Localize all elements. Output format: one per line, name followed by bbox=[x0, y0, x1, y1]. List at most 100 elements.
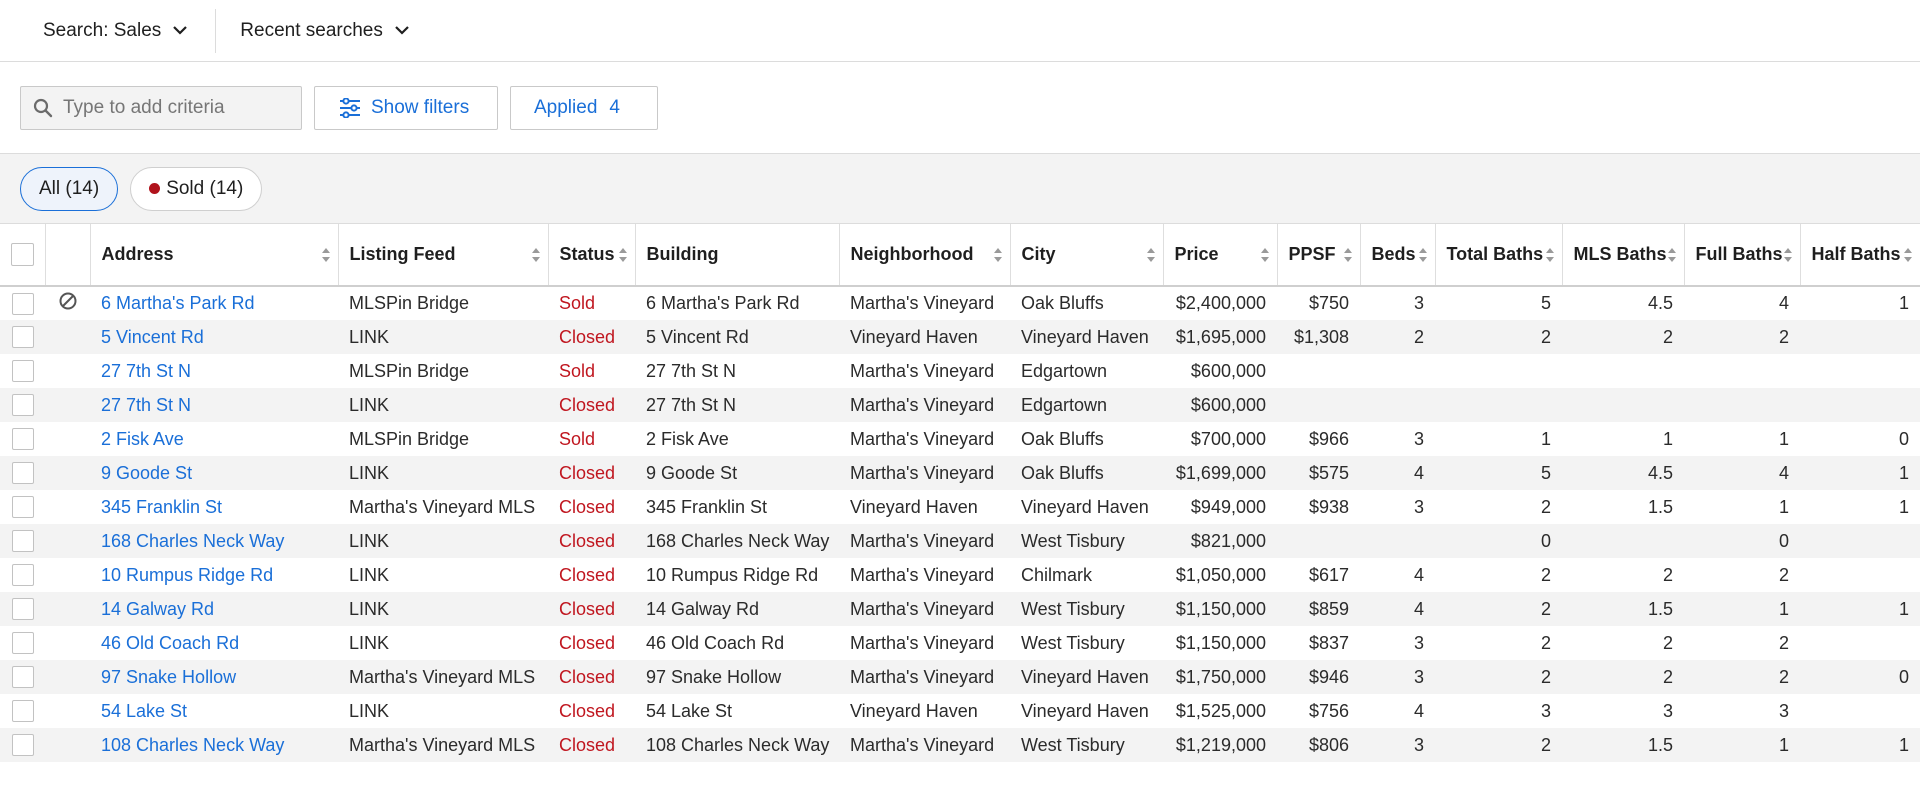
address-link[interactable]: 168 Charles Neck Way bbox=[101, 531, 284, 551]
select-all-checkbox[interactable] bbox=[10, 243, 34, 266]
recent-searches-label: Recent searches bbox=[240, 19, 383, 41]
column-header[interactable]: Full Baths bbox=[1684, 224, 1801, 287]
address-link[interactable]: 10 Rumpus Ridge Rd bbox=[101, 565, 273, 585]
address-cell[interactable]: 108 Charles Neck Way bbox=[90, 728, 338, 762]
sort-icon bbox=[1903, 247, 1912, 262]
ppsf-cell: $966 bbox=[1308, 428, 1349, 449]
row-checkbox[interactable] bbox=[11, 360, 34, 383]
address-link[interactable]: 345 Franklin St bbox=[101, 497, 222, 517]
row-checkbox[interactable] bbox=[11, 666, 34, 689]
table-row: 27 7th St N MLSPin Bridge Sold 27 7th St… bbox=[0, 354, 1920, 388]
address-link[interactable]: 54 Lake St bbox=[101, 701, 187, 721]
hidden-icon[interactable] bbox=[58, 291, 78, 311]
address-cell[interactable]: 54 Lake St bbox=[90, 694, 338, 728]
table-row: 27 7th St N LINK Closed 27 7th St N Mart… bbox=[0, 388, 1920, 422]
address-cell[interactable]: 345 Franklin St bbox=[90, 490, 338, 524]
price-cell: $600,000 bbox=[1190, 360, 1266, 381]
address-cell[interactable]: 27 7th St N bbox=[90, 388, 338, 422]
full-baths-cell: 1 bbox=[1778, 428, 1789, 449]
full-baths-cell: 2 bbox=[1684, 660, 1800, 694]
criteria-search-box[interactable] bbox=[20, 85, 302, 130]
column-header[interactable]: Half Baths bbox=[1800, 224, 1920, 287]
address-cell[interactable]: 10 Rumpus Ridge Rd bbox=[90, 558, 338, 592]
address-link[interactable]: 108 Charles Neck Way bbox=[101, 735, 284, 755]
recent-searches-dropdown[interactable]: Recent searches bbox=[216, 9, 409, 53]
tab-sold[interactable]: Sold (14) bbox=[130, 166, 263, 211]
address-cell[interactable]: 27 7th St N bbox=[90, 354, 338, 388]
ppsf-cell: $1,308 bbox=[1277, 320, 1360, 354]
address-link[interactable]: 6 Martha's Park Rd bbox=[101, 293, 255, 313]
address-cell[interactable]: 6 Martha's Park Rd bbox=[90, 286, 338, 320]
column-header[interactable]: City bbox=[1010, 224, 1164, 287]
neighborhood-cell: Martha's Vineyard bbox=[839, 728, 1010, 762]
chevron-down-icon bbox=[395, 26, 409, 35]
address-link[interactable]: 27 7th St N bbox=[101, 395, 191, 415]
total-baths-cell bbox=[1435, 354, 1562, 388]
address-link[interactable]: 27 7th St N bbox=[101, 361, 191, 381]
row-checkbox[interactable] bbox=[11, 326, 34, 349]
column-header[interactable]: Address bbox=[90, 224, 339, 287]
tab-all[interactable]: All (14) bbox=[20, 166, 119, 211]
full-baths-cell: 4 bbox=[1684, 456, 1800, 490]
listing-feed-cell: LINK bbox=[349, 564, 390, 585]
column-header[interactable]: Listing Feed bbox=[338, 224, 549, 287]
row-checkbox[interactable] bbox=[11, 632, 34, 655]
row-flag-cell bbox=[45, 626, 90, 660]
mls-baths-cell: 1.5 bbox=[1562, 728, 1684, 762]
address-link[interactable]: 97 Snake Hollow bbox=[101, 667, 236, 687]
address-link[interactable]: 2 Fisk Ave bbox=[101, 429, 184, 449]
search-type-dropdown[interactable]: Search: Sales bbox=[0, 8, 217, 53]
column-header[interactable]: PPSF bbox=[1277, 224, 1361, 287]
column-header[interactable]: Beds bbox=[1360, 224, 1436, 287]
full-baths-cell bbox=[1684, 354, 1800, 388]
column-header[interactable]: Building bbox=[635, 224, 840, 287]
beds-cell bbox=[1360, 354, 1435, 388]
address-link[interactable]: 5 Vincent Rd bbox=[101, 327, 204, 347]
row-checkbox[interactable] bbox=[11, 564, 34, 587]
address-link[interactable]: 46 Old Coach Rd bbox=[101, 633, 239, 653]
column-header[interactable]: Status bbox=[548, 224, 636, 287]
address-cell[interactable]: 97 Snake Hollow bbox=[90, 660, 338, 694]
row-checkbox[interactable] bbox=[11, 292, 34, 315]
show-filters-button[interactable]: Show filters bbox=[314, 85, 498, 130]
address-link[interactable]: 9 Goode St bbox=[101, 463, 192, 483]
address-cell[interactable]: 46 Old Coach Rd bbox=[90, 626, 338, 660]
half-baths-cell: 1 bbox=[1898, 293, 1909, 313]
row-checkbox[interactable] bbox=[11, 700, 34, 723]
address-cell[interactable]: 14 Galway Rd bbox=[90, 592, 338, 626]
tab-all-label: All (14) bbox=[39, 177, 100, 199]
row-checkbox[interactable] bbox=[11, 496, 34, 519]
building-cell: 14 Galway Rd bbox=[635, 592, 839, 626]
row-checkbox[interactable] bbox=[11, 462, 34, 485]
total-baths-cell: 5 bbox=[1540, 293, 1551, 313]
column-header[interactable]: Price bbox=[1163, 224, 1278, 287]
row-checkbox[interactable] bbox=[11, 394, 34, 417]
status-cell: Sold bbox=[559, 293, 596, 313]
row-checkbox[interactable] bbox=[11, 428, 34, 451]
address-cell[interactable]: 2 Fisk Ave bbox=[90, 422, 338, 456]
column-header-label: Total Baths bbox=[1446, 244, 1544, 264]
column-header[interactable]: MLS Baths bbox=[1562, 224, 1685, 287]
address-link[interactable]: 14 Galway Rd bbox=[101, 599, 214, 619]
listing-feed-cell: MLSPin Bridge bbox=[349, 428, 470, 449]
column-header[interactable]: Total Baths bbox=[1435, 224, 1563, 287]
address-cell[interactable]: 9 Goode St bbox=[90, 456, 338, 490]
column-header[interactable]: Neighborhood bbox=[839, 224, 1011, 287]
row-checkbox[interactable] bbox=[11, 530, 34, 553]
price-cell: $821,000 bbox=[1163, 524, 1277, 558]
row-checkbox[interactable] bbox=[11, 734, 34, 757]
column-header-label: MLS Baths bbox=[1573, 244, 1667, 264]
table-row: 6 Martha's Park Rd MLSPin Bridge Sold 6 … bbox=[0, 286, 1920, 320]
applied-filters-button[interactable]: Applied 4 bbox=[510, 85, 658, 130]
criteria-search-input[interactable] bbox=[63, 96, 283, 119]
mls-baths-cell bbox=[1562, 524, 1684, 558]
neighborhood-cell: Martha's Vineyard bbox=[839, 592, 1010, 626]
half-baths-cell: 0 bbox=[1800, 660, 1920, 694]
full-baths-cell: 1 bbox=[1684, 728, 1800, 762]
row-checkbox[interactable] bbox=[11, 598, 34, 621]
address-cell[interactable]: 5 Vincent Rd bbox=[90, 320, 338, 354]
row-flag-cell bbox=[45, 320, 90, 354]
address-cell[interactable]: 168 Charles Neck Way bbox=[90, 524, 338, 558]
status-cell: Closed bbox=[548, 660, 635, 694]
beds-cell: 4 bbox=[1360, 592, 1435, 626]
